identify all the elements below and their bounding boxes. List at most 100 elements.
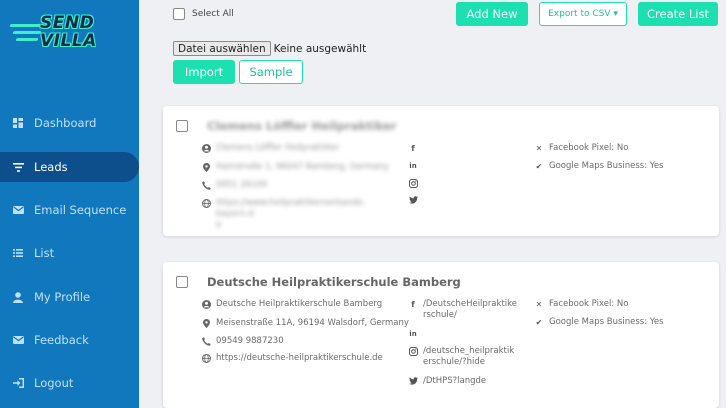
- facebook-pixel-status: Facebook Pixel: No: [549, 143, 629, 153]
- add-new-button[interactable]: Add New: [456, 2, 528, 26]
- instagram-row: [408, 178, 423, 188]
- facebook-row: f /DeutscheHeilpraktike rschule/: [408, 299, 523, 321]
- sidebar-item-label: List: [34, 246, 55, 260]
- facebook-link-part: /DeutscheHeilpraktike: [423, 299, 517, 309]
- list-icon: [12, 247, 24, 259]
- sidebar-item-feedback[interactable]: Feedback: [0, 325, 139, 355]
- lead-address: Hainstraße 1, 96047 Bamberg, Germany: [216, 162, 389, 172]
- instagram-link-part: /deutsche_heilpraktik: [423, 346, 515, 356]
- lead-phone: 0951 26100: [216, 180, 268, 190]
- lead-phone-row: 09549 9887230: [201, 336, 284, 347]
- lead-card: Deutsche Heilpraktikerschule Bamberg Deu…: [163, 262, 719, 408]
- lead-website[interactable]: https://www.heilpraktikerverbands-bayern…: [216, 198, 376, 231]
- globe-icon: [201, 353, 211, 363]
- logo-line-2: VILLA: [40, 31, 97, 51]
- facebook-link-part: rschule/: [423, 310, 457, 320]
- sidebar-item-logout[interactable]: Logout: [0, 368, 139, 398]
- lead-phone: 09549 9887230: [216, 336, 284, 346]
- sidebar-item-my-profile[interactable]: My Profile: [0, 282, 139, 312]
- twitter-icon: [408, 376, 418, 386]
- create-list-button[interactable]: Create List: [638, 2, 718, 26]
- facebook-pixel-row: ✕ Facebook Pixel: No: [534, 299, 629, 310]
- lead-website-row: https://www.heilpraktikerverbands-bayern…: [201, 198, 376, 231]
- check-icon: ✔: [535, 161, 543, 171]
- select-all-label: Select All: [192, 9, 234, 19]
- linkedin-row: in: [408, 329, 423, 339]
- lead-address: Meisenstraße 11A, 96194 Walsdorf, German…: [216, 318, 409, 328]
- envelope-icon: [12, 204, 24, 216]
- lead-title: Deutsche Heilpraktikerschule Bamberg: [207, 275, 461, 289]
- sample-button[interactable]: Sample: [239, 60, 303, 84]
- lead-address-row: Hainstraße 1, 96047 Bamberg, Germany: [201, 162, 389, 173]
- x-icon: ✕: [535, 299, 543, 309]
- x-icon: ✕: [535, 143, 543, 153]
- sidebar-item-dashboard[interactable]: Dashboard: [0, 108, 139, 138]
- user-circle-icon: [201, 143, 211, 153]
- export-csv-dropdown[interactable]: Export to CSV ▾: [539, 2, 627, 26]
- instagram-link-part: erschule/?hide: [423, 357, 485, 367]
- sendvilla-logo[interactable]: SEND VILLA: [9, 12, 110, 62]
- select-all[interactable]: Select All: [173, 8, 234, 20]
- facebook-pixel-row: ✕ Facebook Pixel: No: [534, 143, 629, 154]
- lead-name: Clemens Löffler Heilpraktiker: [216, 143, 340, 153]
- select-all-checkbox[interactable]: [173, 8, 185, 20]
- lead-address-row: Meisenstraße 11A, 96194 Walsdorf, German…: [201, 318, 409, 329]
- logo-line-1: SEND: [40, 13, 95, 33]
- linkedin-row: in: [408, 161, 423, 171]
- instagram-icon[interactable]: [408, 178, 418, 188]
- file-status-text: Keine ausgewählt: [273, 42, 367, 55]
- sidebar-item-label: Email Sequence: [34, 203, 127, 217]
- globe-icon: [201, 198, 211, 208]
- instagram-icon: [408, 346, 418, 356]
- sidebar-item-list[interactable]: List: [0, 238, 139, 268]
- phone-icon: [201, 336, 211, 346]
- lead-name: Deutsche Heilpraktikerschule Bamberg: [216, 299, 383, 309]
- linkedin-icon[interactable]: in: [408, 161, 418, 171]
- logout-icon: [12, 377, 24, 389]
- lead-checkbox[interactable]: [176, 276, 188, 288]
- sidebar-item-label: Leads: [34, 160, 68, 174]
- sidebar-item-leads[interactable]: Leads: [0, 152, 139, 182]
- facebook-icon: f: [411, 299, 415, 309]
- sidebar-item-email-sequence[interactable]: Email Sequence: [0, 195, 139, 225]
- user-circle-icon: [201, 299, 211, 309]
- google-maps-status: Google Maps Business: Yes: [549, 317, 664, 327]
- facebook-icon[interactable]: f: [408, 143, 418, 153]
- twitter-row: /DtHPS?langde: [408, 376, 486, 387]
- phone-icon: [201, 180, 211, 190]
- envelope-icon: [12, 334, 24, 346]
- lead-website-part: e: [216, 220, 222, 230]
- google-maps-row: ✔ Google Maps Business: Yes: [534, 317, 664, 328]
- check-icon: ✔: [535, 317, 543, 327]
- logo-speed-lines: [9, 24, 45, 45]
- instagram-link[interactable]: /deutsche_heilpraktik erschule/?hide: [423, 346, 514, 368]
- lead-card: Clemens Löffler Heilpraktiker Clemens Lö…: [163, 106, 719, 236]
- sidebar-item-label: Logout: [34, 376, 74, 390]
- facebook-link[interactable]: /DeutscheHeilpraktike rschule/: [423, 299, 517, 321]
- sidebar-item-label: Dashboard: [34, 116, 97, 130]
- user-icon: [12, 291, 24, 303]
- dashboard-icon: [12, 117, 24, 129]
- twitter-icon[interactable]: [408, 195, 418, 205]
- logo-wordmark: SEND VILLA: [40, 14, 97, 50]
- google-maps-row: ✔ Google Maps Business: Yes: [534, 161, 664, 172]
- lead-title: Clemens Löffler Heilpraktiker: [207, 119, 397, 133]
- filter-icon: [12, 161, 24, 173]
- lead-name-row: Clemens Löffler Heilpraktiker: [201, 143, 339, 154]
- instagram-row: /deutsche_heilpraktik erschule/?hide: [408, 346, 523, 368]
- file-upload: Datei auswählen Keine ausgewählt: [173, 41, 366, 56]
- lead-checkbox[interactable]: [176, 120, 188, 132]
- google-maps-status: Google Maps Business: Yes: [549, 161, 664, 171]
- import-button[interactable]: Import: [173, 60, 235, 84]
- linkedin-icon[interactable]: in: [408, 329, 418, 339]
- sidebar-item-label: My Profile: [34, 290, 91, 304]
- map-pin-icon: [201, 162, 211, 172]
- lead-name-row: Deutsche Heilpraktikerschule Bamberg: [201, 299, 382, 310]
- twitter-row: [408, 195, 423, 205]
- choose-file-button[interactable]: Datei auswählen: [173, 41, 271, 56]
- lead-website[interactable]: https://deutsche-heilpraktikerschule.de: [216, 353, 383, 364]
- lead-website-part: https://www.heilpraktikerverbands-bayern…: [216, 198, 366, 219]
- sidebar-item-label: Feedback: [34, 333, 89, 347]
- twitter-link[interactable]: /DtHPS?langde: [423, 376, 486, 387]
- lead-phone-row: 0951 26100: [201, 180, 267, 191]
